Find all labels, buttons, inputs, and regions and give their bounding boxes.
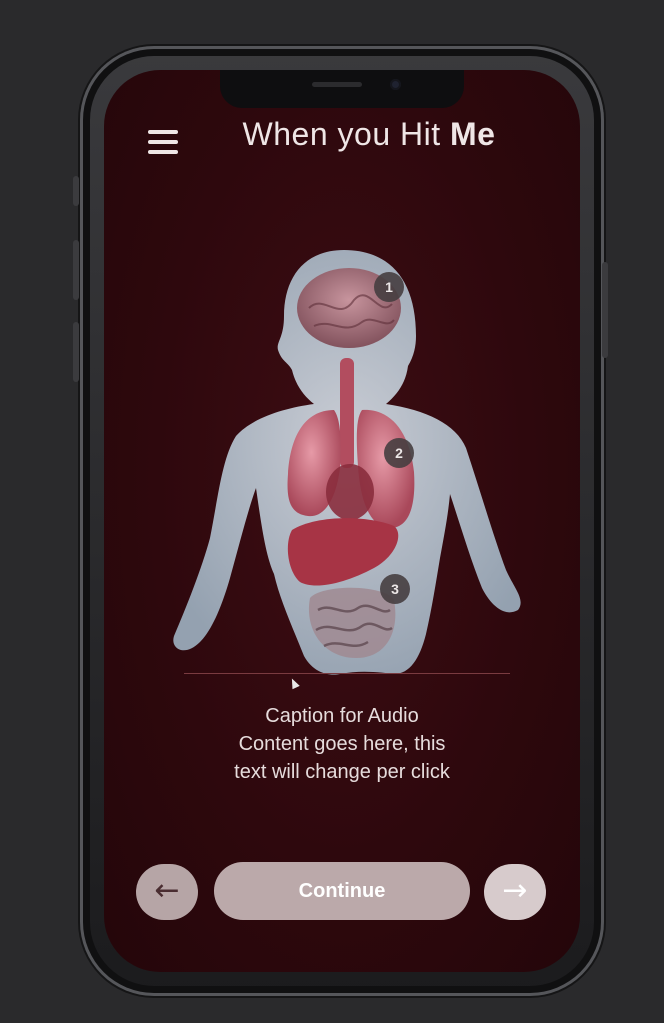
caption-line-2: Content goes here, this — [238, 733, 446, 755]
arrow-right-icon: → — [502, 873, 528, 908]
mouse-cursor-icon — [288, 676, 300, 690]
title-emphasis: Me — [450, 116, 496, 152]
app-screen: When you Hit Me 1 2 3 Caption for Audio … — [104, 70, 580, 972]
ground-line — [184, 673, 510, 674]
arrow-left-icon: ← — [154, 873, 180, 908]
phone-volume-down-button — [73, 322, 79, 382]
caption-line-1: Caption for Audio — [265, 705, 419, 727]
front-camera — [390, 79, 401, 90]
hotspot-marker-2[interactable]: 2 — [384, 438, 414, 468]
caption-line-3: text will change per click — [234, 761, 450, 783]
hotspot-marker-1[interactable]: 1 — [374, 272, 404, 302]
phone-power-button — [602, 262, 608, 358]
hotspot-marker-3[interactable]: 3 — [380, 574, 410, 604]
phone-volume-up-button — [73, 240, 79, 300]
phone-side-button — [73, 176, 79, 206]
title-prefix: When you Hit — [242, 116, 450, 152]
continue-button[interactable]: Continue — [214, 862, 470, 920]
audio-caption: Caption for Audio Content goes here, thi… — [164, 702, 520, 786]
speaker-grille — [312, 82, 362, 87]
trachea-organ — [340, 358, 354, 468]
previous-button[interactable]: ← — [136, 864, 198, 920]
next-button[interactable]: → — [484, 864, 546, 920]
heart-organ — [326, 464, 374, 520]
page-title: When you Hit Me — [204, 116, 534, 153]
phone-notch — [220, 70, 464, 108]
menu-button[interactable] — [148, 128, 182, 156]
body-anatomy-illustration — [173, 250, 521, 675]
